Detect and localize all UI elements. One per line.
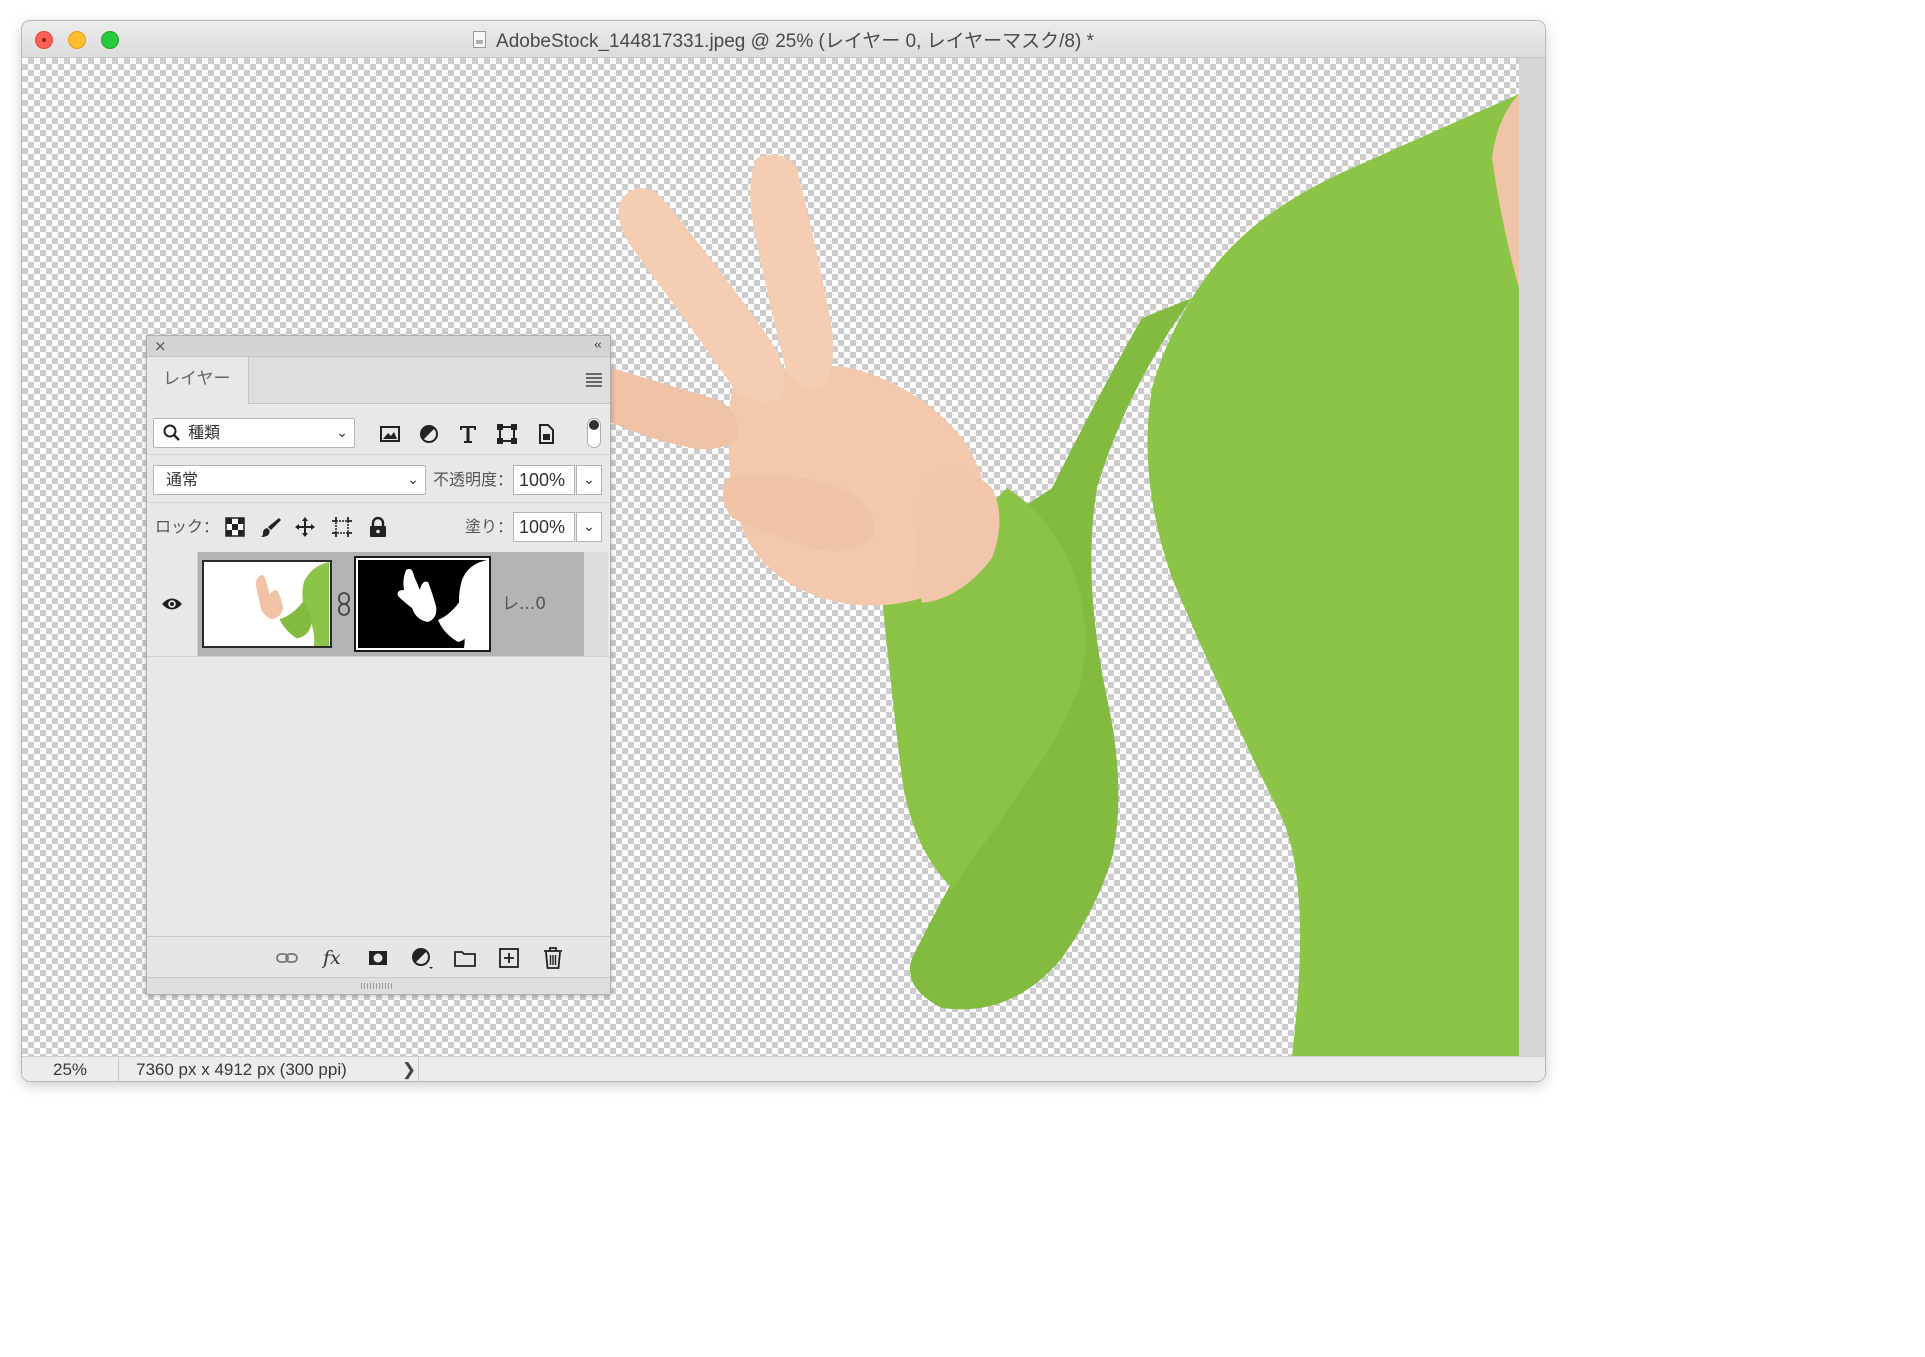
status-divider xyxy=(418,1057,419,1081)
adjustment-layer-icon[interactable] xyxy=(410,946,434,970)
layers-list-empty-area[interactable] xyxy=(147,656,610,937)
tab-layers[interactable]: レイヤー xyxy=(147,357,249,404)
layer-mask-thumbnail[interactable] xyxy=(354,556,491,652)
lock-position-icon[interactable] xyxy=(294,516,316,538)
layers-list-scrollbar[interactable] xyxy=(584,552,608,656)
search-icon xyxy=(163,424,180,441)
opacity-label: 不透明度： xyxy=(433,470,514,489)
chevron-down-icon: ⌄ xyxy=(407,472,419,488)
filter-row: 種類 ⌄ xyxy=(147,404,610,454)
panel-menu-icon[interactable] xyxy=(586,373,602,389)
mask-link-chain-icon[interactable] xyxy=(337,592,351,616)
lock-image-pixels-icon[interactable] xyxy=(260,516,282,538)
layer-visibility-toggle[interactable] xyxy=(147,552,198,656)
shape-layer-filter-icon[interactable] xyxy=(495,422,519,446)
photoshop-document-window: AdobeStock_144817331.jpeg @ 25% (レイヤー 0,… xyxy=(22,21,1545,1081)
layer-row-layer-0[interactable]: レ...0 xyxy=(147,552,584,656)
filter-kind-select[interactable]: 種類 ⌄ xyxy=(153,418,355,448)
layers-panel: × ‹‹ レイヤー 種類 ⌄ 通常 ⌄ 不透明度： 100% ⌄ ロック： 塗り… xyxy=(146,335,611,995)
fx-icon[interactable]: fx xyxy=(323,946,347,970)
lock-row: ロック： 塗り： 100% ⌄ xyxy=(147,502,610,551)
delete-icon[interactable] xyxy=(541,946,565,970)
panel-footer: fx xyxy=(147,936,610,977)
folded-fingers xyxy=(598,368,738,450)
blend-row: 通常 ⌄ 不透明度： 100% ⌄ xyxy=(147,454,610,503)
layer-name: レ...0 xyxy=(502,594,547,614)
chevron-down-icon: ⌄ xyxy=(336,425,348,441)
smart-object-filter-icon[interactable] xyxy=(534,422,558,446)
fill-dropdown[interactable]: ⌄ xyxy=(576,512,602,542)
status-bar: 25% 7360 px x 4912 px (300 ppi) ❯ xyxy=(22,1056,1545,1081)
new-layer-icon[interactable] xyxy=(497,946,521,970)
vertical-scrollbar[interactable] xyxy=(1519,58,1545,1056)
lock-artboard-icon[interactable] xyxy=(331,516,353,538)
close-panel-icon[interactable]: × xyxy=(154,336,167,356)
opacity-input[interactable]: 100% xyxy=(513,465,575,495)
layer-thumbnail-image xyxy=(204,562,330,646)
blend-mode-select[interactable]: 通常 ⌄ xyxy=(153,465,426,495)
layer-mask-silhouette xyxy=(358,560,487,648)
panel-tab-row: レイヤー xyxy=(147,357,610,404)
collapse-panel-icon[interactable]: ‹‹ xyxy=(594,336,603,356)
panel-header[interactable]: × ‹‹ xyxy=(147,336,610,357)
lock-transparent-pixels-icon[interactable] xyxy=(224,516,246,538)
fill-label: 塗り： xyxy=(465,517,514,536)
lock-label: ロック： xyxy=(155,517,220,536)
opacity-dropdown[interactable]: ⌄ xyxy=(576,465,602,495)
pixel-layer-filter-icon[interactable] xyxy=(378,422,402,446)
panel-resize-grip[interactable] xyxy=(147,977,610,994)
fill-input[interactable]: 100% xyxy=(513,512,575,542)
eye-icon xyxy=(162,598,182,610)
status-info-menu-icon[interactable]: ❯ xyxy=(400,1057,418,1081)
zoom-level[interactable]: 25% xyxy=(22,1057,119,1081)
lock-all-icon[interactable] xyxy=(367,516,389,538)
type-layer-filter-icon[interactable] xyxy=(456,422,480,446)
layer-thumbnail[interactable] xyxy=(202,560,332,648)
document-title: AdobeStock_144817331.jpeg @ 25% (レイヤー 0,… xyxy=(496,30,1094,52)
jpeg-document-icon xyxy=(473,30,487,48)
document-dimensions: 7360 px x 4912 px (300 ppi) xyxy=(136,1060,347,1079)
sweater-body xyxy=(1147,94,1519,1056)
link-layers-icon[interactable] xyxy=(275,946,299,970)
add-mask-icon[interactable] xyxy=(366,946,390,970)
title-container: AdobeStock_144817331.jpeg @ 25% (レイヤー 0,… xyxy=(22,21,1545,57)
filter-kind-value: 種類 xyxy=(188,423,221,442)
tab-layers-label: レイヤー xyxy=(163,369,231,389)
blend-mode-value: 通常 xyxy=(166,470,199,489)
new-group-icon[interactable] xyxy=(453,946,477,970)
filter-toggle-switch[interactable] xyxy=(587,418,601,448)
title-bar[interactable]: AdobeStock_144817331.jpeg @ 25% (レイヤー 0,… xyxy=(22,21,1545,58)
adjustment-layer-filter-icon[interactable] xyxy=(417,422,441,446)
